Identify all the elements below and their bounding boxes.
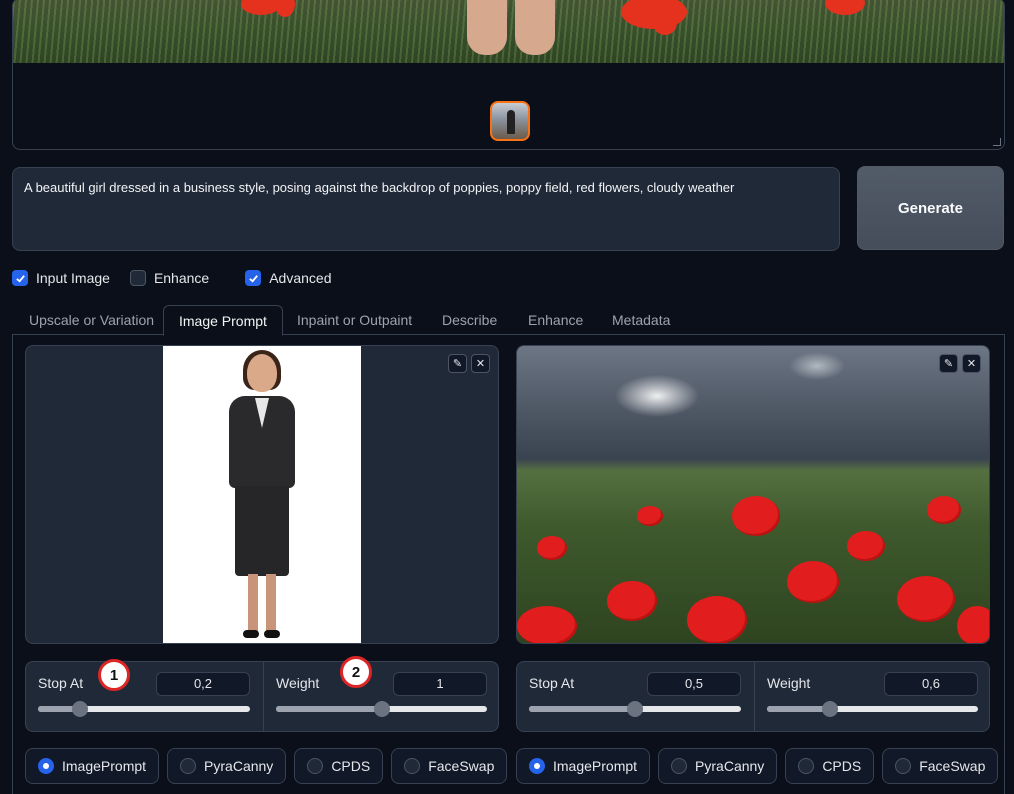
output-gallery <box>12 0 1005 150</box>
image-prompt-1-sliders: Stop At 0,2 Weight 1 <box>25 661 499 732</box>
radio-empty-icon <box>307 758 324 774</box>
tab-bar: Upscale or Variation Image Prompt Inpain… <box>12 305 1005 336</box>
business-woman-image <box>163 346 361 643</box>
radio-selected-icon <box>38 758 54 774</box>
image-prompt-2-sliders: Stop At 0,5 Weight 0,6 <box>516 661 990 732</box>
radio-label: ImagePrompt <box>553 758 638 774</box>
stop-at-number-input[interactable]: 0,2 <box>156 672 250 696</box>
image-prompt-1-image[interactable]: ✎ ✕ <box>25 345 499 644</box>
weight-control: Weight 0,6 <box>754 662 990 731</box>
radio-empty-icon <box>671 758 688 774</box>
stop-at-number-input[interactable]: 0,5 <box>647 672 741 696</box>
radio-cpds[interactable]: CPDS <box>785 748 875 784</box>
tab-image-prompt[interactable]: Image Prompt <box>163 305 283 336</box>
generate-button[interactable]: Generate <box>857 166 1004 250</box>
radio-faceswap[interactable]: FaceSwap <box>882 748 999 784</box>
image-prompt-2-image[interactable]: ✎ ✕ <box>516 345 990 644</box>
radio-empty-icon <box>180 758 197 774</box>
tab-describe[interactable]: Describe <box>427 305 512 335</box>
radio-imageprompt[interactable]: ImagePrompt <box>25 748 160 784</box>
weight-slider[interactable] <box>767 701 978 717</box>
slider-thumb[interactable] <box>72 701 89 717</box>
tab-inpaint-or-outpaint[interactable]: Inpaint or Outpaint <box>282 305 427 335</box>
radio-empty-icon <box>404 758 421 774</box>
radio-label: FaceSwap <box>919 758 986 774</box>
enhance-checkbox[interactable]: Enhance <box>129 270 210 286</box>
poppy-field-image <box>517 346 989 643</box>
pencil-icon[interactable]: ✎ <box>448 354 467 373</box>
option-checkboxes: Input Image Enhance Advanced <box>12 270 352 286</box>
input-image-checkbox[interactable]: Input Image <box>12 270 110 286</box>
enhance-label: Enhance <box>153 270 210 286</box>
weight-label: Weight <box>767 675 811 691</box>
radio-label: FaceSwap <box>428 758 495 774</box>
weight-slider[interactable] <box>276 701 487 717</box>
radio-label: PyraCanny <box>695 758 765 774</box>
slider-thumb[interactable] <box>627 701 643 717</box>
annotation-marker-2: 2 <box>340 656 372 688</box>
weight-label: Weight <box>276 675 320 691</box>
weight-number-input[interactable]: 1 <box>393 672 487 696</box>
slider-thumb[interactable] <box>373 701 390 717</box>
gallery-preview-image[interactable] <box>13 0 1004 63</box>
checkbox-empty-icon <box>129 270 146 286</box>
stop-at-label: Stop At <box>38 675 84 691</box>
radio-imageprompt[interactable]: ImagePrompt <box>516 748 651 784</box>
stop-at-control: Stop At 0,5 <box>517 662 753 731</box>
tab-enhance[interactable]: Enhance <box>513 305 598 335</box>
annotation-marker-1: 1 <box>98 659 130 691</box>
tab-metadata[interactable]: Metadata <box>597 305 685 335</box>
checkmark-icon <box>12 270 28 286</box>
advanced-checkbox[interactable]: Advanced <box>245 270 332 286</box>
image-prompt-1-type-radios: ImagePrompt PyraCanny CPDS FaceSwap <box>25 748 508 784</box>
radio-label: PyraCanny <box>204 758 274 774</box>
stop-at-label: Stop At <box>529 675 575 691</box>
weight-number-input[interactable]: 0,6 <box>884 672 978 696</box>
radio-pyracanny[interactable]: PyraCanny <box>167 748 287 784</box>
radio-label: ImagePrompt <box>62 758 147 774</box>
advanced-label: Advanced <box>269 270 332 286</box>
prompt-input[interactable]: A beautiful girl dressed in a business s… <box>12 167 840 251</box>
radio-pyracanny[interactable]: PyraCanny <box>658 748 778 784</box>
radio-label: CPDS <box>331 758 371 774</box>
resize-handle-icon[interactable] <box>993 138 1001 146</box>
image-prompt-2-type-radios: ImagePrompt PyraCanny CPDS FaceSwap <box>516 748 999 784</box>
weight-control: Weight 1 <box>263 662 499 731</box>
slider-thumb[interactable] <box>822 701 839 717</box>
radio-empty-icon <box>895 758 912 774</box>
radio-selected-icon <box>529 758 545 774</box>
tab-upscale-or-variation[interactable]: Upscale or Variation <box>14 305 169 335</box>
checkmark-icon <box>245 270 262 286</box>
radio-faceswap[interactable]: FaceSwap <box>391 748 508 784</box>
radio-label: CPDS <box>822 758 862 774</box>
stop-at-slider[interactable] <box>529 701 741 717</box>
input-image-label: Input Image <box>36 270 110 286</box>
gallery-thumbnail[interactable] <box>490 101 530 141</box>
close-icon[interactable]: ✕ <box>471 354 490 373</box>
stop-at-slider[interactable] <box>38 701 250 717</box>
close-icon[interactable]: ✕ <box>962 354 981 373</box>
pencil-icon[interactable]: ✎ <box>939 354 958 373</box>
radio-empty-icon <box>798 758 815 774</box>
radio-cpds[interactable]: CPDS <box>294 748 384 784</box>
stop-at-control: Stop At 0,2 <box>26 662 262 731</box>
